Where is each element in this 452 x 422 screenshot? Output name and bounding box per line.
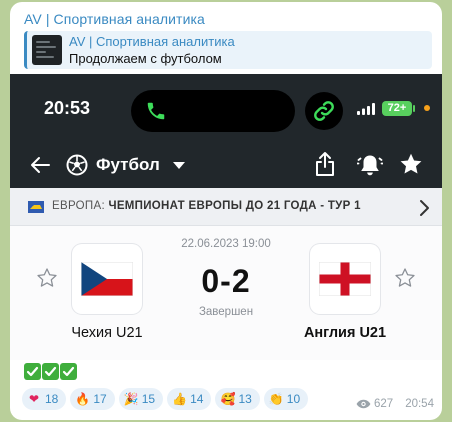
reply-text: Продолжаем с футболом: [69, 51, 222, 66]
bell-icon[interactable]: [357, 152, 383, 178]
dropdown-caret-icon[interactable]: [173, 162, 185, 170]
reaction-count: 13: [238, 392, 252, 406]
app-nav-bar: Футбол: [10, 142, 442, 188]
away-team-name[interactable]: Англия U21: [280, 325, 410, 341]
link-badge: [305, 92, 343, 130]
away-team-logo[interactable]: [310, 244, 380, 314]
reaction-thumbs-up[interactable]: 👍 14: [167, 388, 212, 410]
chevron-right-icon[interactable]: [418, 199, 430, 217]
status-time: 20:53: [44, 98, 91, 118]
reaction-heart[interactable]: ❤ 18: [22, 388, 67, 410]
reaction-count: 14: [190, 392, 204, 406]
reaction-party-popper[interactable]: 🎉 15: [118, 388, 164, 410]
thumbs-up-icon: 👍: [172, 392, 188, 406]
battery-tip: [413, 105, 415, 112]
eu-flag-icon: [28, 201, 44, 213]
home-team-logo[interactable]: [72, 244, 142, 314]
check-mark-icon: [42, 363, 59, 380]
party-popper-icon: 🎉: [123, 392, 139, 406]
match-card[interactable]: Чехия U21 22.06.2023 19:00 0-2 Завершен …: [10, 226, 442, 360]
channel-name[interactable]: AV | Спортивная аналитика: [24, 11, 205, 27]
reactions-bar: ❤ 18 🔥 17 🎉 15 👍 14 🥰 13 👏 10: [22, 388, 312, 412]
england-flag: [319, 262, 371, 296]
screenshot-image[interactable]: 20:53 72+ Футбол ЕВРОПА: ЧЕМПИОНАТ ЕВРОП…: [10, 74, 442, 360]
phone-call-icon: [147, 102, 165, 120]
match-status: Завершен: [198, 306, 254, 318]
smiling-face-hearts-icon: 🥰: [220, 392, 236, 406]
message-bubble[interactable]: AV | Спортивная аналитика AV | Спортивна…: [10, 2, 442, 420]
reply-thumbnail: [32, 35, 62, 65]
league-region: ЕВРОПА:: [52, 200, 105, 212]
favorite-away-star-icon[interactable]: [394, 267, 416, 289]
fire-icon: 🔥: [75, 392, 91, 406]
reply-preview[interactable]: AV | Спортивная аналитика Продолжаем с ф…: [24, 31, 432, 69]
reaction-count: 18: [45, 392, 59, 406]
share-icon[interactable]: [314, 151, 336, 177]
signal-icon: [357, 103, 375, 115]
soccer-ball-icon: [66, 154, 88, 176]
message-time: 20:54: [405, 398, 434, 410]
league-title: ЕВРОПА: ЧЕМПИОНАТ ЕВРОПЫ ДО 21 ГОДА - ТУ…: [52, 200, 361, 212]
views-eye-icon: [356, 399, 371, 409]
reply-title: AV | Спортивная аналитика: [69, 34, 235, 49]
message-meta: 627 20:54: [356, 398, 434, 410]
star-icon[interactable]: [399, 152, 423, 176]
battery-indicator: 72+: [382, 101, 412, 116]
favorite-home-star-icon[interactable]: [36, 267, 58, 289]
czech-flag: [81, 262, 133, 296]
reaction-count: 15: [141, 392, 156, 406]
check-emoji-line: [24, 363, 78, 381]
reaction-clapping-hands[interactable]: 👏 10: [263, 388, 309, 410]
reaction-fire[interactable]: 🔥 17: [70, 388, 115, 410]
reaction-count: 10: [286, 392, 301, 406]
clapping-hands-icon: 👏: [268, 392, 284, 406]
check-mark-icon: [24, 363, 41, 380]
match-score: 0-2: [201, 263, 251, 299]
back-arrow-icon[interactable]: [28, 153, 52, 177]
link-icon: [314, 101, 334, 121]
match-datetime: 22.06.2023 19:00: [181, 238, 271, 250]
heart-icon: ❤: [28, 392, 40, 406]
privacy-indicator: [424, 105, 430, 111]
reaction-count: 17: [93, 392, 107, 406]
nav-title[interactable]: Футбол: [96, 155, 160, 175]
reaction-smiling-face-hearts[interactable]: 🥰 13: [215, 388, 260, 410]
dynamic-island: [131, 90, 295, 132]
views-count: 627: [374, 398, 394, 410]
league-competition: ЧЕМПИОНАТ ЕВРОПЫ ДО 21 ГОДА - ТУР 1: [108, 200, 361, 212]
league-header[interactable]: ЕВРОПА: ЧЕМПИОНАТ ЕВРОПЫ ДО 21 ГОДА - ТУ…: [10, 188, 442, 226]
check-mark-icon: [60, 363, 77, 380]
phone-status-bar: 20:53 72+: [10, 74, 442, 142]
home-team-name[interactable]: Чехия U21: [42, 325, 172, 341]
